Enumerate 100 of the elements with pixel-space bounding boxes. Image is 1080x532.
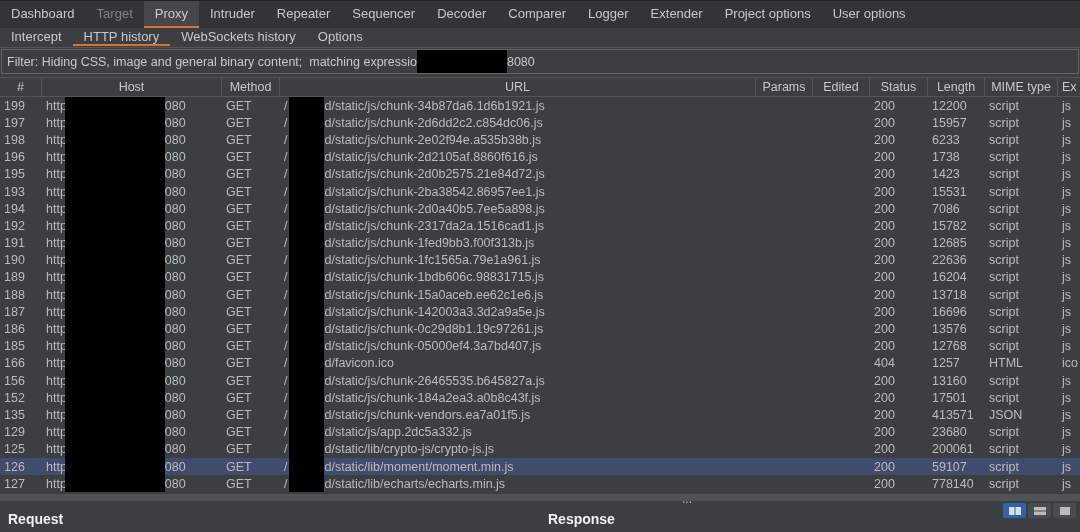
table-cell: d/static/js/chunk-2317da2a.1516cad1.js [324,217,545,235]
layout-button[interactable] [1053,503,1076,519]
table-cell-text: d/static/js/chunk-05000ef4.3a7bd407.js [324,338,542,355]
main-tab[interactable]: Proxy [143,1,199,28]
table-cell-text: d/static/js/app.2dc5a332.js [324,424,472,441]
table-cell-text: script [988,338,1020,355]
table-cell: 080 [164,475,186,493]
table-cell-text: GET [225,475,253,493]
filter-text: 8080 [506,54,535,69]
table-cell-text: script [988,114,1020,132]
table-cell-text: 080 [164,149,186,166]
sub-tab[interactable]: Options [306,28,374,46]
table-cell-text: 200 [873,389,896,407]
column-header[interactable]: Length [928,78,985,96]
table-cell-text: / [284,166,288,183]
table-cell: / [284,389,288,407]
table-cell-text: / [284,424,288,441]
table-cell-text: 200 [873,183,896,201]
column-header[interactable]: Ex [1058,78,1080,96]
table-cell-text: 12200 [931,97,968,115]
column-header[interactable]: Host [42,78,222,96]
main-tab[interactable]: Logger [577,1,640,28]
main-tab[interactable]: Extender [639,1,714,28]
table-cell: 080 [164,217,186,235]
table-cell: 080 [164,303,186,321]
main-tab[interactable]: Intruder [199,1,266,28]
table-cell-text: 193 [3,183,26,201]
layout-button[interactable] [1028,503,1051,519]
main-tab[interactable]: Comparer [497,1,578,28]
table-cell-text: GET [225,338,253,355]
table-cell-text: script [988,321,1020,338]
table-cell-text: 199 [3,97,26,115]
table-cell-text: js [1060,303,1073,321]
main-tab[interactable]: Sequencer [341,1,427,28]
table-cell-text: js [1060,441,1073,458]
layout-button[interactable] [1003,503,1026,519]
table-cell-text: js [1060,269,1073,287]
table-cell-text: 13160 [931,372,968,390]
main-tab[interactable]: User options [821,1,917,28]
table-cell-text: 200 [873,321,896,338]
table-cell-text: 080 [164,269,186,287]
table-cell-text: js [1060,183,1073,201]
table-cell: d/static/js/chunk-2d0a40b5.7ee5a898.js [324,200,545,218]
column-header[interactable]: Edited [813,78,870,96]
table-cell-text: 200 [873,131,896,149]
table-cell-text: 200 [873,441,896,458]
column-header[interactable]: Method [222,78,280,96]
table-cell-text: 12768 [931,338,968,355]
table-cell-text: script [988,424,1020,441]
table-cell: 080 [164,389,186,407]
sub-tab[interactable]: WebSockets history [170,28,307,46]
table-cell-text: script [988,458,1020,476]
main-tab[interactable]: Dashboard [0,1,86,28]
table-cell-text: 127 [3,475,26,493]
table-cell-text: 166 [3,355,26,372]
table-cell-text: 191 [3,235,26,252]
table-cell-text: 156 [3,372,26,390]
table-cell-text: 080 [164,321,186,338]
table-cell-text: 778140 [931,475,975,493]
sub-tab[interactable]: HTTP history [72,28,171,46]
column-header[interactable]: # [0,78,42,96]
table-cell-text: 126 [3,458,26,476]
split-rows-icon [1033,506,1046,515]
table-cell-text: GET [225,183,253,201]
table-cell-text: js [1060,200,1073,218]
table-cell-text: d/static/js/chunk-1fed9bb3.f00f313b.js [324,235,535,252]
filter-bar[interactable]: Filter: Hiding CSS, image and general binary content; matching expressio 8080 [1,49,1079,74]
table-cell-text: js [1060,97,1073,115]
table-cell: d/static/js/chunk-15a0aceb.ee62c1e6.js [324,286,544,304]
table-cell-text: 200 [873,286,896,304]
column-header[interactable]: Params [756,78,813,96]
main-tab[interactable]: Repeater [265,1,342,28]
splitter-handle[interactable]: ... [682,493,692,506]
table-cell-text: / [284,321,288,338]
table-cell-text: js [1060,321,1073,338]
table-cell-text: d/static/js/chunk-1bdb606c.98831715.js [324,269,545,287]
column-header[interactable]: URL [280,78,756,96]
table-cell-text: js [1060,406,1073,424]
table-cell-text: / [284,355,288,372]
main-tab[interactable]: Project options [713,1,822,28]
column-header[interactable]: Status [870,78,928,96]
table-cell-text: JSON [988,406,1024,424]
horizontal-scrollbar[interactable] [0,494,1080,502]
table-cell-text: d/static/js/chunk-1fc1565a.79e1a961.js [324,252,541,269]
table-cell-text: 200 [873,235,896,252]
main-tab[interactable]: Decoder [426,1,498,28]
table-cell: d/static/js/chunk-vendors.ea7a01f5.js [324,406,531,424]
table-cell-text: 125 [3,441,26,458]
table-cell: d/static/js/chunk-142003a3.3d2a9a5e.js [324,303,545,321]
table-cell-text: 080 [164,338,186,355]
table-cell-text: 196 [3,149,26,166]
table-cell-text: 15531 [931,183,968,201]
table-cell-text: 185 [3,338,26,355]
table-cell-text: 200 [873,114,896,132]
sub-tab[interactable]: Intercept [0,28,73,46]
table-cell: / [284,372,288,390]
table-cell: d/static/js/chunk-2d6dd2c2.c854dc06.js [324,114,543,132]
table-cell-text: GET [225,321,253,338]
column-header[interactable]: MIME type [985,78,1058,96]
table-cell-text: 1738 [931,149,961,166]
